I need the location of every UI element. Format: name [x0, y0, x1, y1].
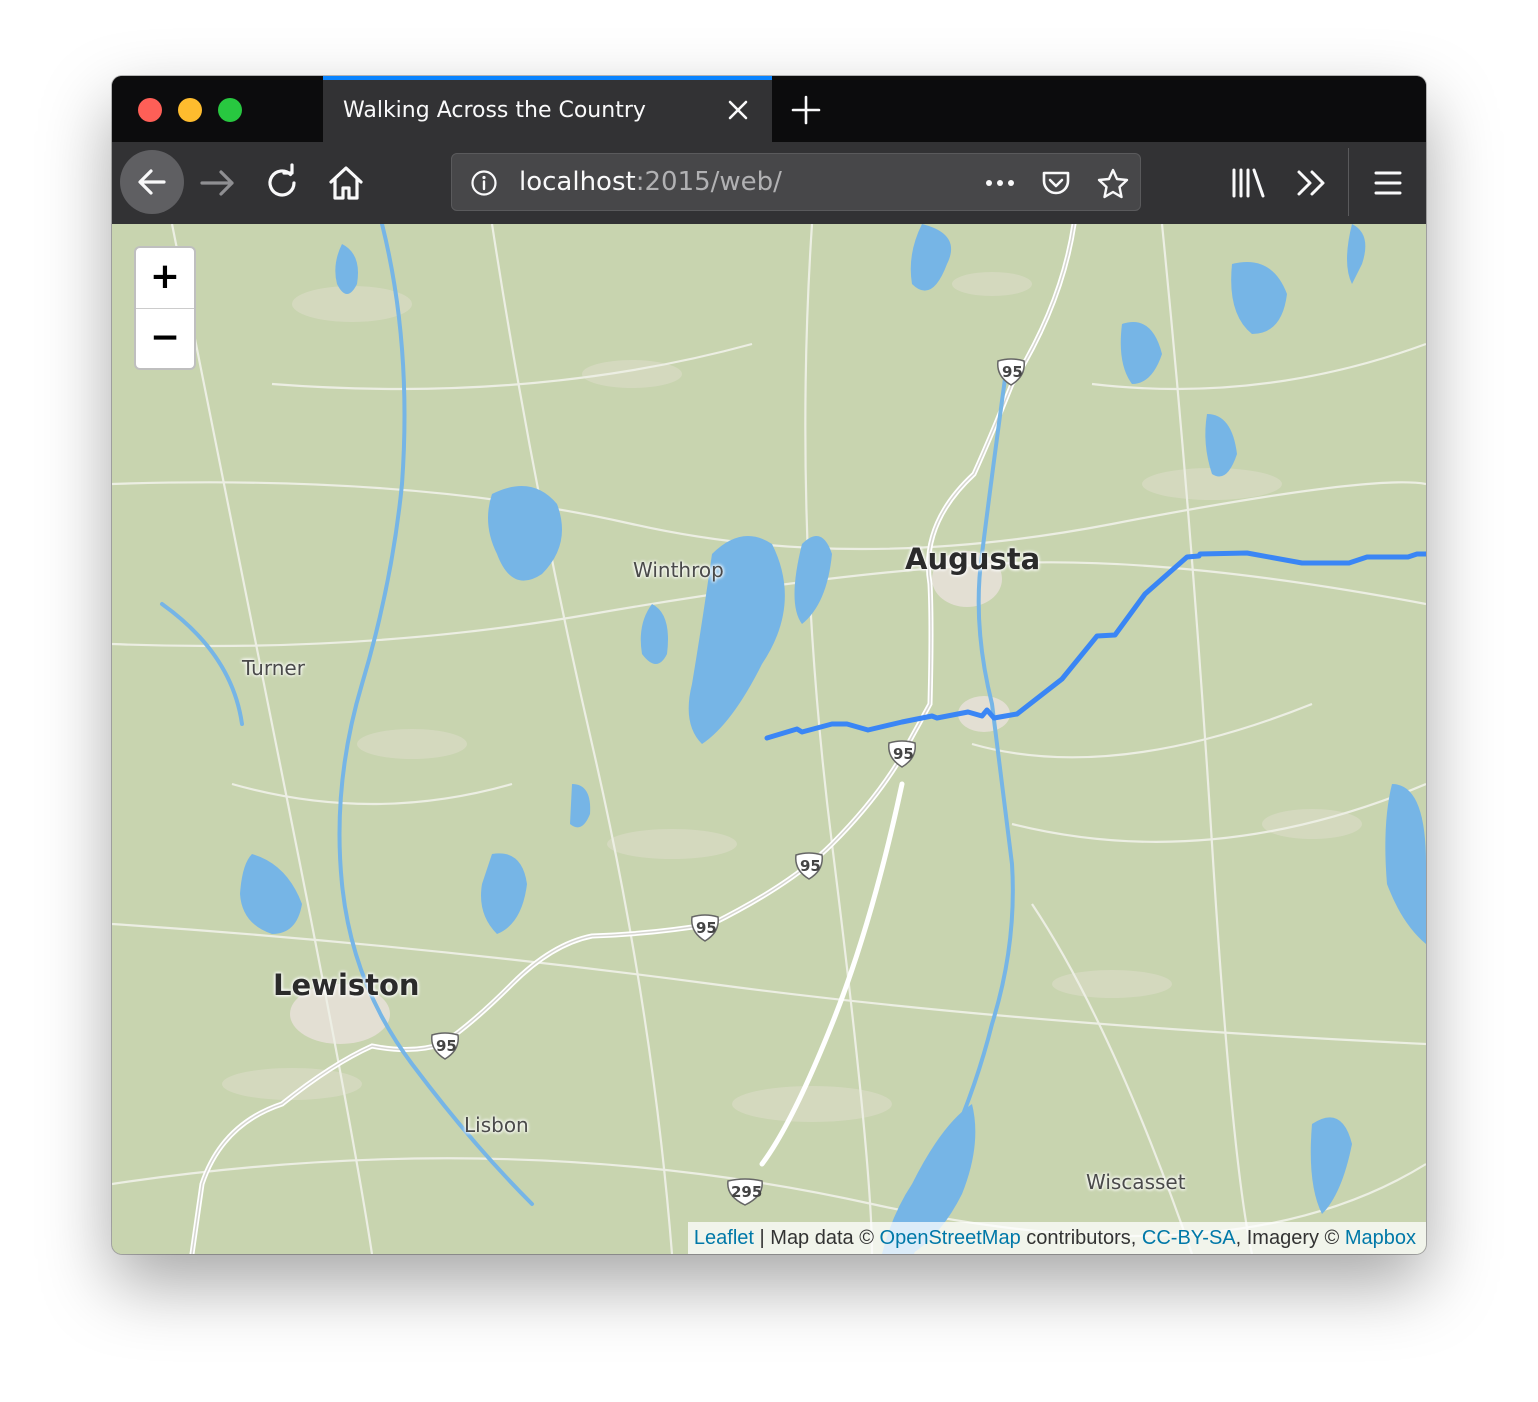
place-label-lewiston: Lewiston	[273, 968, 420, 1002]
star-icon[interactable]	[1096, 167, 1130, 199]
interstate-shield-number: 95	[1002, 363, 1023, 381]
openstreetmap-link[interactable]: OpenStreetMap	[880, 1227, 1021, 1249]
minimize-window-button[interactable]	[178, 98, 202, 122]
place-label-augusta: Augusta	[905, 542, 1041, 576]
interstate-shield-icon: 95	[690, 914, 720, 942]
interstate-shield-icon: 95	[430, 1032, 460, 1060]
tab-title: Walking Across the Country	[343, 98, 646, 123]
arrow-right-icon[interactable]	[196, 161, 240, 205]
interstate-shield-number: 295	[731, 1183, 763, 1201]
close-icon[interactable]	[726, 98, 750, 122]
map-tiles	[112, 224, 1426, 1254]
home-icon[interactable]	[324, 161, 368, 205]
interstate-shield-number: 95	[800, 857, 821, 875]
place-label-wiscasset: Wiscasset	[1086, 1170, 1186, 1194]
attribution-text: , Imagery ©	[1235, 1227, 1345, 1249]
interstate-shield-icon: 95	[887, 740, 917, 768]
mapbox-link[interactable]: Mapbox	[1345, 1227, 1416, 1249]
reload-icon[interactable]	[260, 161, 304, 205]
hamburger-menu-icon[interactable]	[1366, 161, 1410, 205]
place-label-lisbon: Lisbon	[464, 1113, 529, 1137]
attribution-text: contributors,	[1020, 1227, 1142, 1249]
arrow-left-icon	[138, 169, 166, 195]
pocket-icon[interactable]	[1040, 167, 1072, 199]
ellipsis-icon[interactable]	[982, 169, 1018, 197]
zoom-window-button[interactable]	[218, 98, 242, 122]
url-path: :2015/web/	[635, 167, 782, 197]
info-icon[interactable]	[470, 169, 498, 197]
tab-strip: Walking Across the Country	[112, 76, 1426, 142]
browser-window: Walking Across the Country localhost:201…	[112, 76, 1426, 1254]
license-link[interactable]: CC-BY-SA	[1142, 1227, 1236, 1249]
toolbar-separator	[1348, 148, 1349, 216]
chevron-double-right-icon[interactable]	[1290, 161, 1334, 205]
attribution-text: | Map data ©	[753, 1227, 880, 1249]
interstate-shield-number: 95	[436, 1037, 457, 1055]
interstate-shield-number: 95	[696, 919, 717, 937]
url-text[interactable]: localhost:2015/web/	[519, 167, 782, 197]
interstate-shield-icon: 95	[996, 358, 1026, 386]
plus-icon[interactable]	[790, 94, 822, 126]
zoom-out-button[interactable]: −	[136, 309, 194, 369]
map-view[interactable]: + − Augusta Winthrop Turner Lewiston Lis…	[112, 224, 1426, 1254]
library-icon[interactable]	[1226, 161, 1270, 205]
close-window-button[interactable]	[138, 98, 162, 122]
zoom-in-button[interactable]: +	[136, 248, 194, 309]
interstate-shield-number: 95	[893, 745, 914, 763]
leaflet-link[interactable]: Leaflet	[694, 1227, 754, 1249]
url-host: localhost	[519, 167, 636, 197]
place-label-winthrop: Winthrop	[633, 558, 724, 582]
place-label-turner: Turner	[242, 656, 305, 680]
tab-active[interactable]: Walking Across the Country	[323, 76, 772, 142]
url-bar[interactable]: localhost:2015/web/	[451, 153, 1141, 211]
interstate-shield-icon: 95	[794, 852, 824, 880]
back-button[interactable]	[120, 150, 184, 214]
zoom-control: + −	[134, 246, 196, 370]
nav-toolbar: localhost:2015/web/	[112, 142, 1426, 225]
interstate-shield-icon: 295	[726, 1178, 764, 1206]
map-attribution: Leaflet | Map data © OpenStreetMap contr…	[687, 1222, 1426, 1254]
